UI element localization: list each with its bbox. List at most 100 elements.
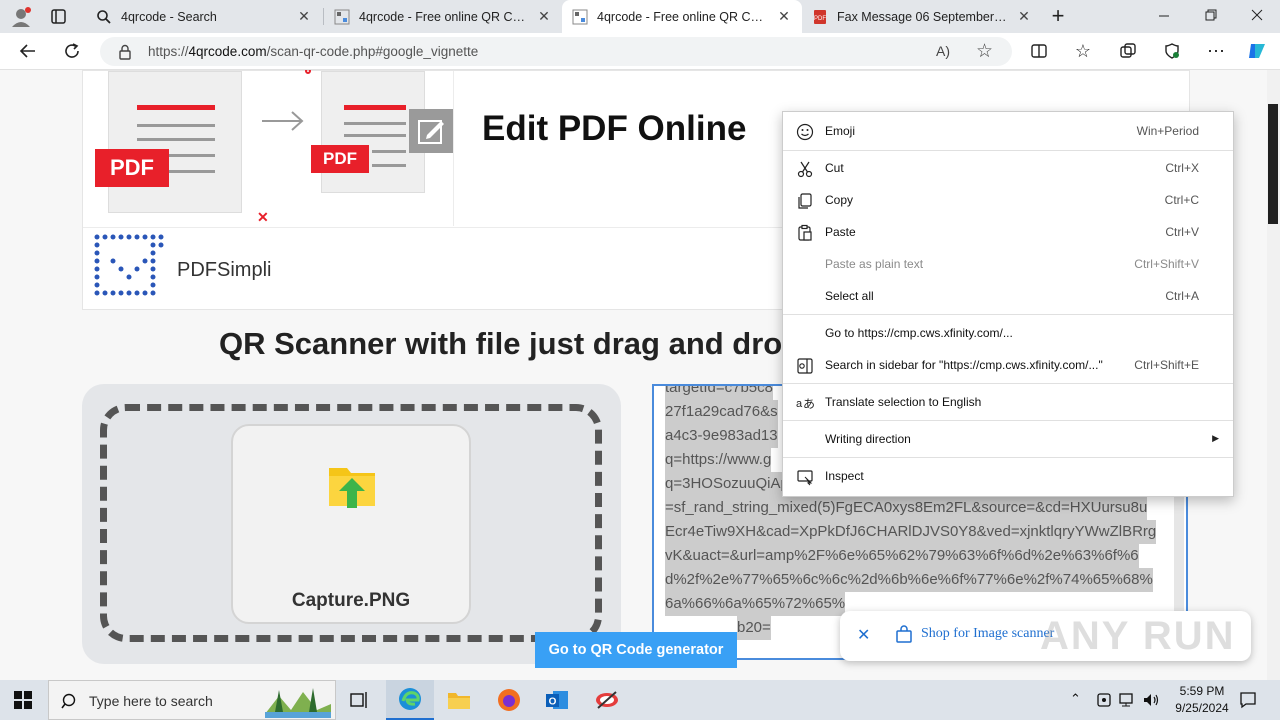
file-preview-card[interactable]: Capture.PNG xyxy=(231,424,471,624)
pdfsimpli-logo xyxy=(93,233,167,306)
tab-title: 4qrcode - Free online QR Code reader xyxy=(359,9,528,24)
tab-qr-reader-2[interactable]: 4qrcode - Free online QR Code reader ✕ xyxy=(562,0,802,33)
favorite-star-icon[interactable]: ☆ xyxy=(976,40,993,63)
clock-date[interactable]: 9/25/2024 xyxy=(1164,701,1240,715)
file-explorer-icon[interactable] xyxy=(447,689,471,716)
notifications-icon[interactable] xyxy=(1239,691,1257,714)
qr-favicon xyxy=(572,9,588,24)
taskbar-search-box[interactable]: Type here to search xyxy=(48,680,336,720)
show-hidden-icons[interactable]: ⌃ xyxy=(1070,691,1081,707)
edit-pencil-icon xyxy=(409,109,453,153)
system-tray-icon[interactable] xyxy=(1096,692,1112,713)
browser-essentials-icon[interactable] xyxy=(1159,38,1185,64)
close-window-button[interactable] xyxy=(1245,6,1269,26)
more-options-icon[interactable]: ⋯ xyxy=(1203,38,1229,64)
inspect-icon xyxy=(797,470,813,486)
tab-strip: 4qrcode - Search ✕ 4qrcode - Free online… xyxy=(0,0,1280,33)
network-icon[interactable] xyxy=(1119,692,1137,713)
read-aloud-icon[interactable]: A) xyxy=(936,43,950,59)
back-icon[interactable] xyxy=(15,38,41,64)
menu-item-writing-direction[interactable]: Writing direction ▶ xyxy=(783,425,1233,453)
arrow-right-icon xyxy=(260,109,306,138)
svg-text:PDF: PDF xyxy=(814,16,826,22)
app-taskbar-icon[interactable] xyxy=(594,688,620,717)
pdf-favicon: PDF xyxy=(814,9,826,24)
file-dropzone[interactable]: Capture.PNG xyxy=(82,384,621,664)
menu-item-copy[interactable]: Copy Ctrl+C xyxy=(783,186,1233,214)
pdf-badge: PDF xyxy=(311,145,369,173)
menu-item-paste-plain: Paste as plain text Ctrl+Shift+V xyxy=(825,257,1199,271)
context-menu: Emoji Win+Period Cut Ctrl+X Copy Ctrl+C … xyxy=(782,111,1234,497)
menu-item-paste[interactable]: Paste Ctrl+V xyxy=(783,218,1233,246)
search-icon xyxy=(97,9,111,24)
submenu-arrow-icon: ▶ xyxy=(1212,433,1219,443)
page-scrollbar-thumb[interactable] xyxy=(1268,104,1278,224)
menu-item-cut[interactable]: Cut Ctrl+X xyxy=(783,154,1233,182)
tab-search[interactable]: 4qrcode - Search ✕ xyxy=(86,0,322,33)
sidebar-search-icon xyxy=(797,358,813,374)
shop-popup-label[interactable]: Shop for Image scanner xyxy=(921,626,1054,642)
ad-brand-name: PDFSimpli xyxy=(177,259,272,281)
menu-item-select-all[interactable]: Select all Ctrl+A xyxy=(783,282,1233,310)
paste-icon xyxy=(798,224,812,241)
landscape-search-highlight-icon xyxy=(265,688,331,718)
copy-icon xyxy=(798,193,812,209)
pdf-document-illustration xyxy=(108,71,242,213)
close-tab-icon[interactable]: ✕ xyxy=(536,8,552,25)
tab-title: 4qrcode - Free online QR Code reader xyxy=(597,9,768,24)
tab-qr-reader-1[interactable]: 4qrcode - Free online QR Code reader ✕ xyxy=(324,0,562,33)
close-tab-icon[interactable]: ✕ xyxy=(1016,8,1032,25)
address-bar[interactable]: https://4qrcode.com/scan-qr-code.php#goo… xyxy=(100,37,1012,66)
ad-close-icon[interactable]: ✕ xyxy=(257,209,269,226)
split-screen-icon[interactable] xyxy=(1026,38,1052,64)
favorites-icon[interactable]: ☆ xyxy=(1070,38,1096,64)
folder-upload-icon xyxy=(325,460,379,519)
close-tab-icon[interactable]: ✕ xyxy=(776,8,792,25)
menu-item-translate[interactable]: aあ Translate selection to English xyxy=(783,388,1233,416)
file-name: Capture.PNG xyxy=(291,590,411,611)
shopping-bag-icon xyxy=(895,625,913,648)
page-title: QR Scanner with file just drag and drop xyxy=(219,326,802,361)
scissors-icon xyxy=(797,161,813,178)
svg-text:あ: あ xyxy=(803,397,814,411)
collections-icon[interactable] xyxy=(1115,38,1141,64)
menu-item-search-sidebar[interactable]: Search in sidebar for "https://cmp.cws.x… xyxy=(783,351,1233,379)
browser-toolbar: https://4qrcode.com/scan-qr-code.php#goo… xyxy=(0,33,1280,70)
edge-taskbar-icon[interactable] xyxy=(386,680,434,720)
url-text[interactable]: https://4qrcode.com/scan-qr-code.php#goo… xyxy=(148,44,478,59)
tab-title: Fax Message 06 September 2024 Fo xyxy=(837,9,1008,24)
anyrun-watermark: ANY RUN xyxy=(1040,614,1236,658)
tab-fax-pdf[interactable]: PDF Fax Message 06 September 2024 Fo ✕ xyxy=(802,0,1042,33)
volume-icon[interactable] xyxy=(1142,691,1160,714)
copilot-icon[interactable] xyxy=(1244,38,1270,64)
new-tab-button[interactable]: + xyxy=(1046,4,1070,28)
search-icon xyxy=(61,693,76,709)
windows-start-icon[interactable] xyxy=(14,691,32,714)
svg-text:O: O xyxy=(549,697,557,708)
clock-time[interactable]: 5:59 PM xyxy=(1172,684,1232,698)
workspaces-icon[interactable] xyxy=(50,8,68,26)
taskbar: Type here to search O ⌃ 5:59 PM 9/25/202… xyxy=(0,680,1280,720)
menu-item-go-to-url[interactable]: Go to https://cmp.cws.xfinity.com/... xyxy=(783,319,1233,347)
ad-pin-icon xyxy=(305,70,311,74)
pdf-badge: PDF xyxy=(95,149,169,187)
ad-headline: Edit PDF Online xyxy=(482,109,747,148)
restore-button[interactable] xyxy=(1198,6,1222,26)
task-view-icon[interactable] xyxy=(350,691,370,714)
translate-icon: aあ xyxy=(796,397,814,411)
taskbar-search-placeholder: Type here to search xyxy=(89,693,213,709)
firefox-icon[interactable] xyxy=(497,688,521,717)
profile-icon[interactable] xyxy=(10,6,32,28)
qr-favicon xyxy=(334,9,350,24)
menu-item-inspect[interactable]: Inspect xyxy=(783,462,1233,490)
svg-text:a: a xyxy=(796,398,803,410)
close-tab-icon[interactable]: ✕ xyxy=(296,8,312,25)
minimize-button[interactable] xyxy=(1152,6,1176,26)
lock-icon[interactable] xyxy=(118,44,132,60)
close-popup-icon[interactable]: ✕ xyxy=(857,625,870,645)
refresh-icon[interactable] xyxy=(59,38,85,64)
outlook-icon[interactable]: O xyxy=(545,688,569,717)
go-to-generator-button[interactable]: Go to QR Code generator xyxy=(535,632,737,668)
tab-title: 4qrcode - Search xyxy=(121,9,217,24)
menu-item-emoji[interactable]: Emoji Win+Period xyxy=(783,117,1233,145)
